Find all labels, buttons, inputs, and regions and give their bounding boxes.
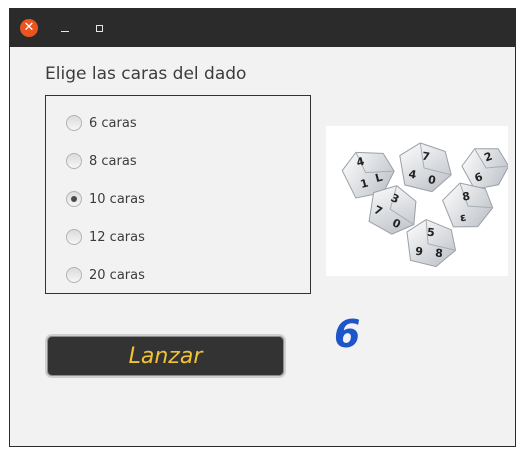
svg-text:5: 5 [426,226,435,240]
minimize-icon [61,31,69,32]
maximize-button[interactable] [93,22,107,36]
radio-label: 10 caras [89,191,145,207]
minimize-button[interactable] [58,22,72,36]
heading-label: Elige las caras del dado [45,64,247,84]
radio-button[interactable] [66,115,82,131]
radio-label: 20 caras [89,267,145,283]
radio-button[interactable] [66,267,82,283]
maximize-icon [96,25,103,32]
roll-result: 6 [334,312,361,356]
svg-text:9: 9 [415,245,424,259]
radio-option-20[interactable]: 20 caras [66,265,145,285]
radio-button[interactable] [66,153,82,169]
dice-image: 4 1 L 7 4 0 2 6 3 7 0 8 ε 5 9 8 [326,126,510,276]
radio-option-12[interactable]: 12 caras [66,227,145,247]
close-button[interactable]: ✕ [20,19,38,37]
radio-label: 8 caras [89,153,137,169]
close-icon: ✕ [23,20,35,35]
radio-option-10[interactable]: 10 caras [66,189,145,209]
dice-illustration: 4 1 L 7 4 0 2 6 3 7 0 8 ε 5 9 8 [341,142,510,268]
radio-button[interactable] [66,229,82,245]
titlebar: ✕ [10,9,515,47]
radio-button-selected[interactable] [66,191,82,207]
faces-radio-group: 6 caras 8 caras 10 caras 12 caras 20 car… [45,95,311,294]
svg-text:8: 8 [435,247,444,261]
radio-option-8[interactable]: 8 caras [66,151,137,171]
radio-label: 12 caras [89,229,145,245]
radio-label: 6 caras [89,115,137,131]
roll-button[interactable]: Lanzar [45,334,286,378]
radio-option-6[interactable]: 6 caras [66,113,137,133]
